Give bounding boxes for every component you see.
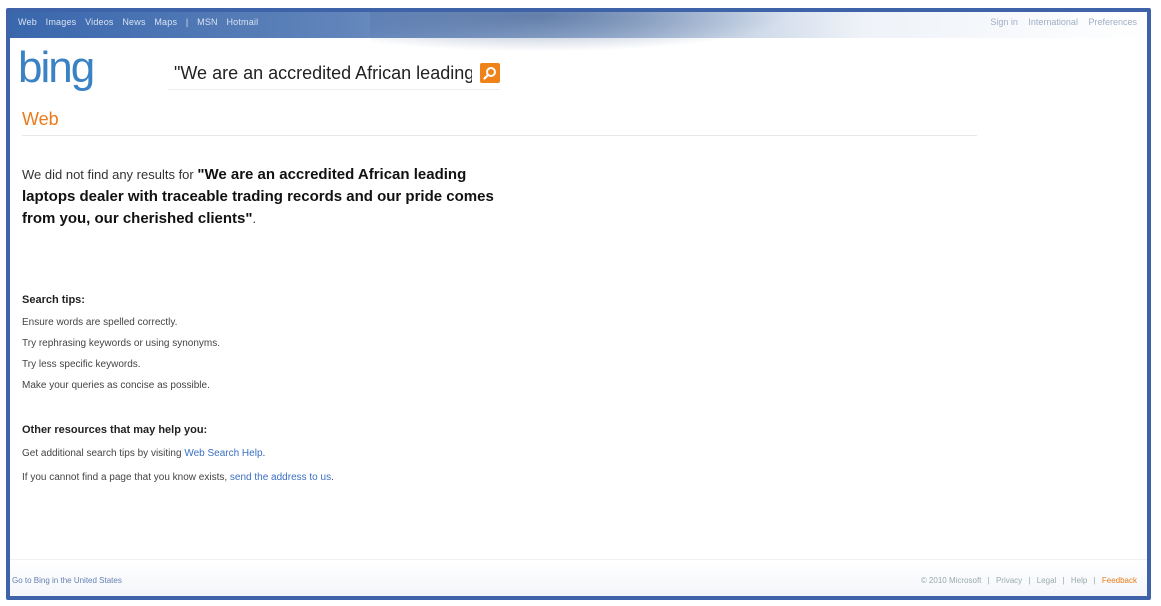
resource-help-suffix: . (262, 448, 266, 459)
nav-hotmail[interactable]: Hotmail (226, 17, 258, 27)
resources-heading: Other resources that may help you: (22, 424, 208, 436)
search-button[interactable] (480, 63, 500, 83)
resource-send-prefix: If you cannot find a page that you know … (22, 472, 230, 483)
resource-line-help: Get additional search tips by visiting W… (22, 442, 334, 466)
go-to-bing-us-link[interactable]: Go to Bing in the United States (12, 576, 122, 585)
web-search-help-link[interactable]: Web Search Help (184, 448, 262, 459)
no-results-prefix: We did not find any results for (22, 167, 198, 182)
browser-window: Web Images Videos News Maps | MSN Hotmai… (6, 8, 1151, 600)
search-tip-item: Make your queries as concise as possible… (22, 380, 210, 391)
nav-news[interactable]: News (122, 17, 145, 27)
legal-link[interactable]: Legal (1037, 576, 1057, 585)
search-tip-item: Ensure words are spelled correctly. (22, 317, 178, 328)
header-background-image (370, 12, 790, 52)
feedback-link[interactable]: Feedback (1102, 576, 1137, 585)
resource-line-send: If you cannot find a page that you know … (22, 466, 334, 490)
resource-help-prefix: Get additional search tips by visiting (22, 448, 185, 459)
search-tips: Search tips: Ensure words are spelled co… (22, 294, 220, 396)
footer-separator: | (987, 576, 990, 585)
search-tips-heading: Search tips: (22, 294, 85, 306)
other-resources: Other resources that may help you: Get a… (22, 424, 334, 490)
nav-images[interactable]: Images (46, 17, 77, 27)
nav-web[interactable]: Web (18, 17, 37, 27)
nav-videos[interactable]: Videos (85, 17, 114, 27)
preferences-link[interactable]: Preferences (1088, 17, 1137, 27)
no-results-suffix: . (252, 211, 257, 226)
sign-in-link[interactable]: Sign in (990, 17, 1018, 27)
top-nav-links: Web Images Videos News Maps | MSN Hotmai… (18, 17, 264, 27)
international-link[interactable]: International (1028, 17, 1078, 27)
send-address-link[interactable]: send the address to us (230, 472, 331, 483)
bing-logo[interactable]: bing (18, 46, 95, 90)
scope-label-web: Web (22, 109, 59, 129)
search-tip-item: Try less specific keywords. (22, 359, 141, 370)
nav-separator: | (185, 17, 189, 27)
privacy-link[interactable]: Privacy (996, 576, 1022, 585)
help-link[interactable]: Help (1071, 576, 1087, 585)
nav-msn[interactable]: MSN (197, 17, 218, 27)
page-footer: Go to Bing in the United States © 2010 M… (10, 559, 1147, 596)
account-links: Sign in International Preferences (982, 17, 1137, 27)
footer-separator: | (1028, 576, 1031, 585)
search-tip-item: Try rephrasing keywords or using synonym… (22, 338, 221, 349)
footer-separator: | (1062, 576, 1065, 585)
footer-links: © 2010 Microsoft | Privacy | Legal | Hel… (917, 576, 1137, 585)
footer-separator: | (1093, 576, 1096, 585)
no-results-message: We did not find any results for "We are … (22, 164, 512, 230)
magnifier-icon (483, 67, 496, 80)
search-input[interactable] (168, 59, 478, 87)
resource-send-suffix: . (331, 472, 334, 483)
copyright-text: © 2010 Microsoft (920, 576, 982, 585)
header-divider (22, 135, 977, 136)
search-box (168, 57, 500, 90)
nav-maps[interactable]: Maps (154, 17, 177, 27)
